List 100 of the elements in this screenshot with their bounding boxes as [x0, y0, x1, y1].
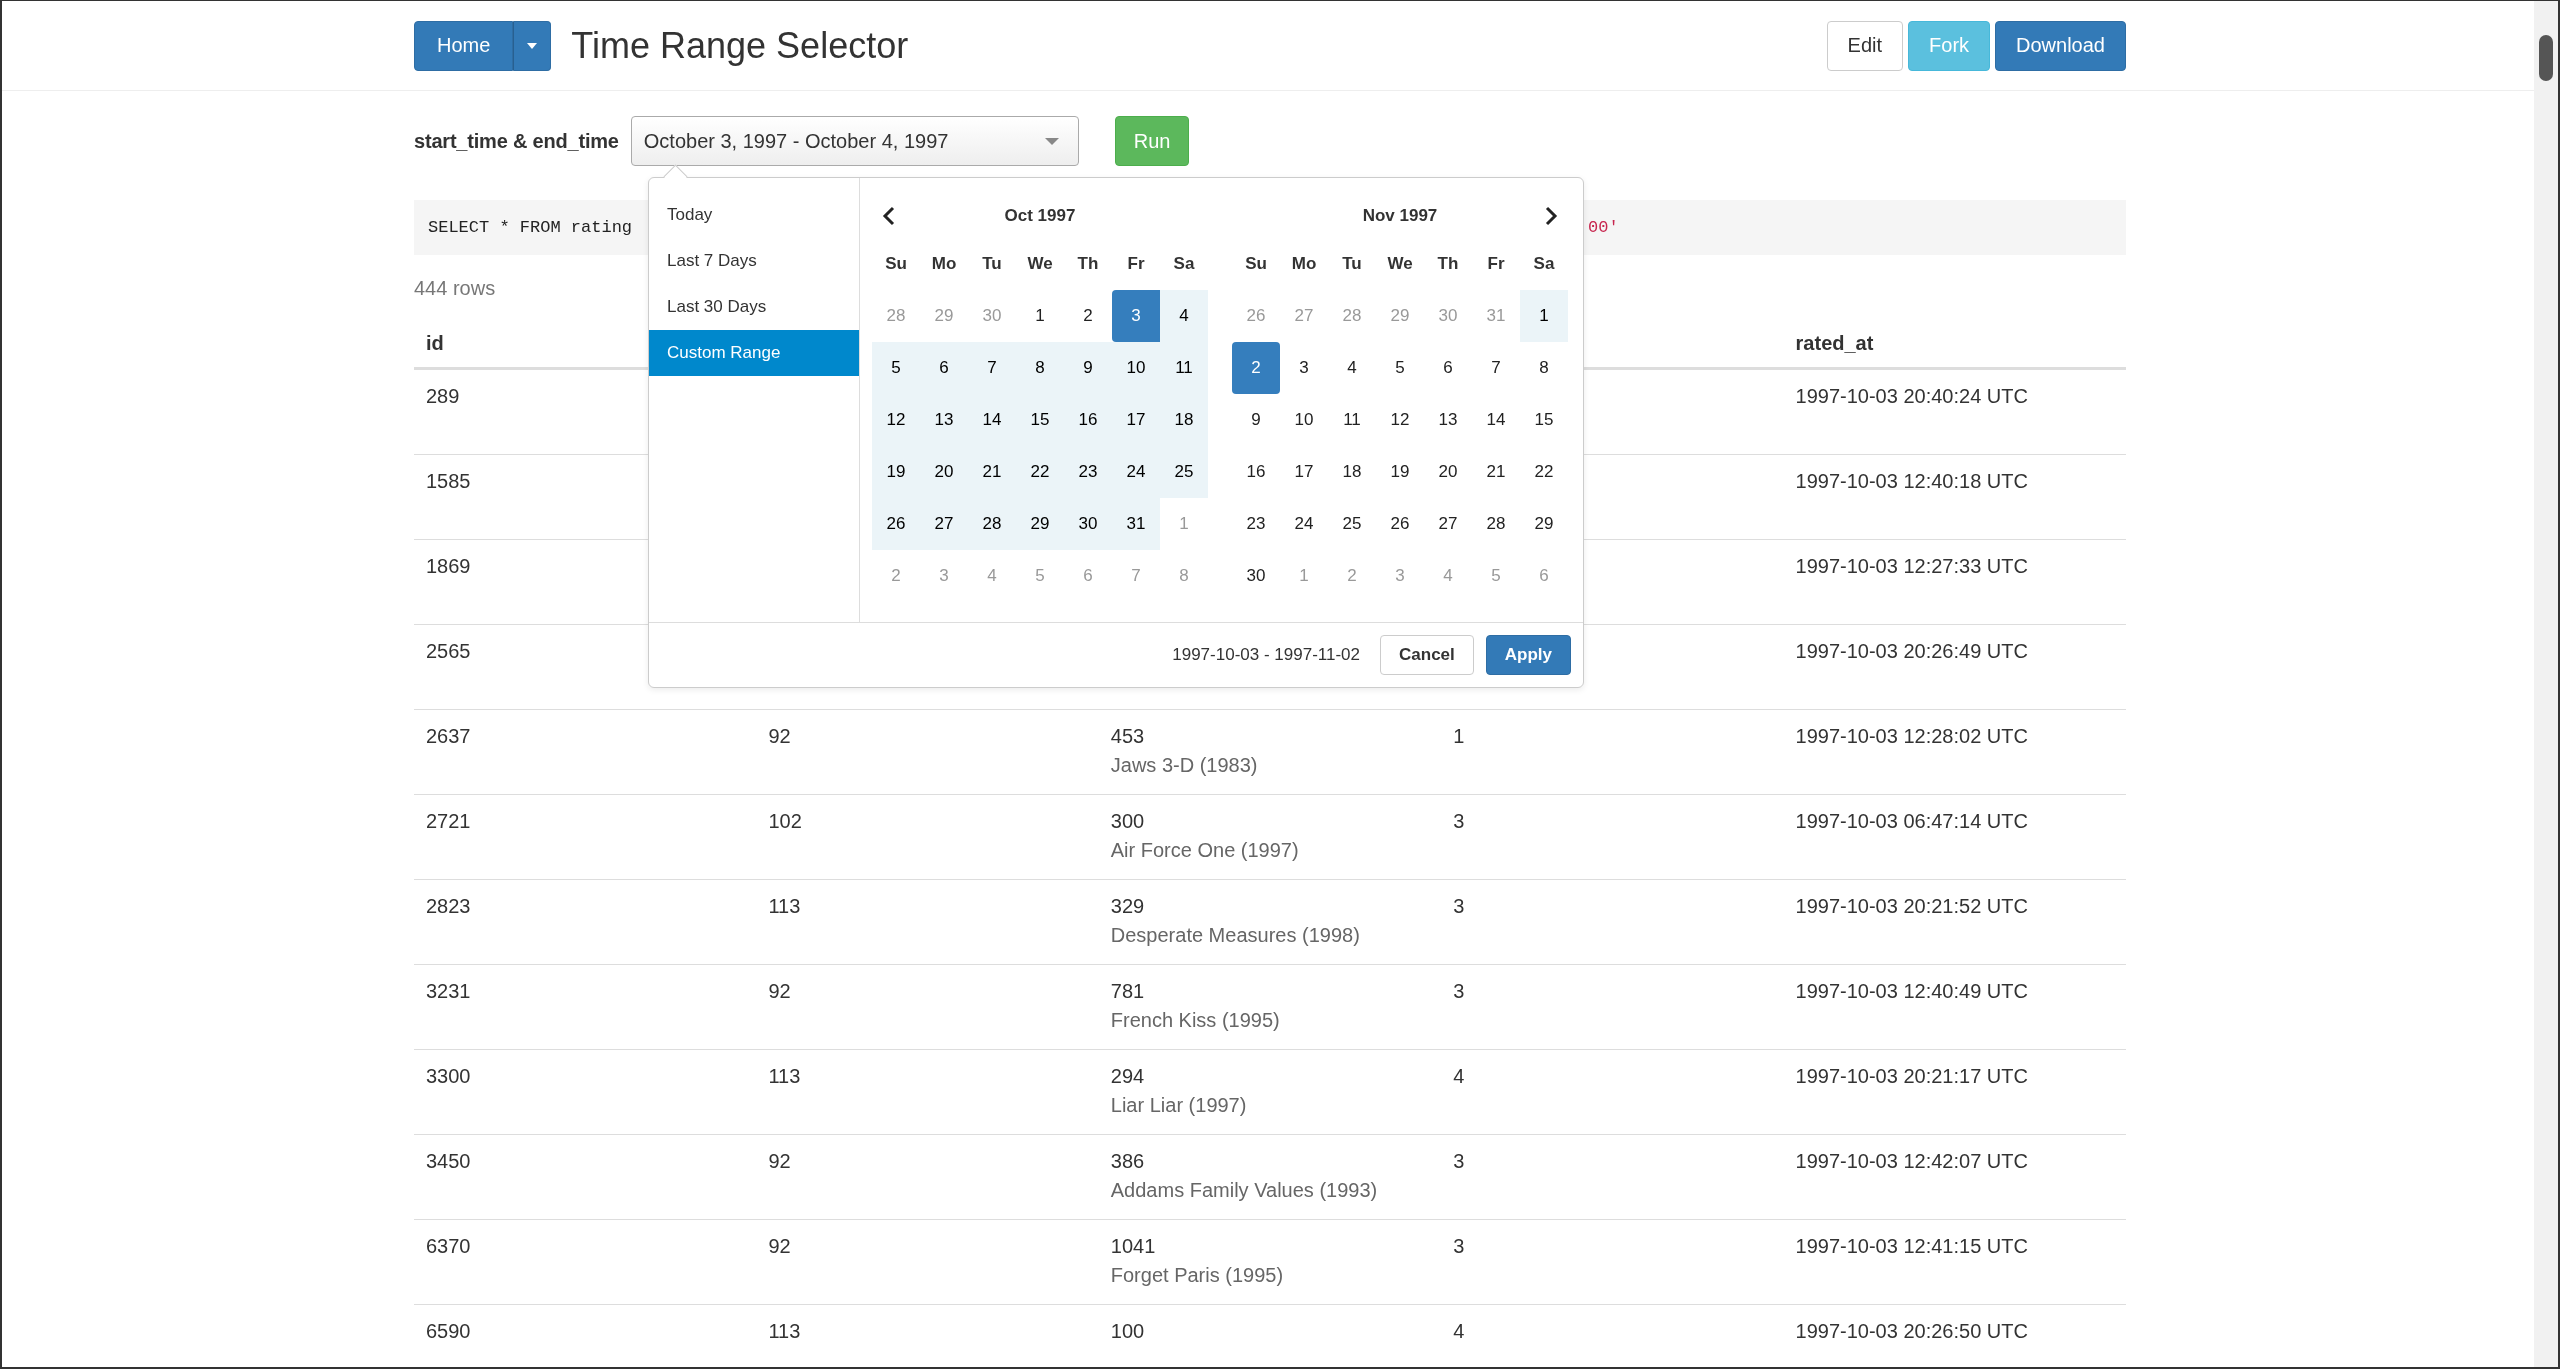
calendar-day[interactable]: 22: [1520, 446, 1568, 498]
weekday-label: Th: [1436, 253, 1460, 275]
weekday-label: Mo: [1290, 253, 1318, 275]
calendar-day[interactable]: 27: [1424, 498, 1472, 550]
calendar-day[interactable]: 23: [1064, 446, 1112, 498]
calendar-day[interactable]: 13: [920, 394, 968, 446]
calendar-day[interactable]: 17: [1280, 446, 1328, 498]
calendar-day[interactable]: 19: [1376, 446, 1424, 498]
calendar-day[interactable]: 1: [1016, 290, 1064, 342]
table-cell: 1997-10-03 20:21:52 UTC: [1795, 895, 2028, 917]
calendar-day[interactable]: 6: [920, 342, 968, 394]
movie-title: Forget Paris (1995): [1110, 1263, 1285, 1288]
calendar-day[interactable]: 16: [1232, 446, 1280, 498]
calendar-day[interactable]: 8: [1016, 342, 1064, 394]
table-cell: 289: [426, 385, 460, 407]
calendar-day[interactable]: 3: [1280, 342, 1328, 394]
action-button[interactable]: Download: [1995, 20, 2126, 71]
calendar-day[interactable]: 30: [1064, 498, 1112, 550]
calendar-day[interactable]: 21: [968, 446, 1016, 498]
table-cell: 92: [768, 1235, 791, 1257]
calendar-day[interactable]: 4: [1328, 342, 1376, 394]
table-cell: 3300: [426, 1065, 471, 1087]
home-button[interactable]: Home: [414, 20, 514, 71]
range-option[interactable]: Custom Range: [649, 330, 859, 376]
calendar-day[interactable]: 27: [920, 498, 968, 550]
calendar-day[interactable]: 7: [1472, 342, 1520, 394]
table-cell-text: 100: [1110, 1319, 1146, 1344]
calendar-day[interactable]: 29: [1016, 498, 1064, 550]
range-option[interactable]: Last 7 Days: [649, 238, 859, 284]
calendar-day[interactable]: 15: [1016, 394, 1064, 446]
scrollbar[interactable]: [2534, 1, 2558, 1367]
table-cell-text: 453: [1110, 724, 1146, 749]
calendar-day[interactable]: 20: [1424, 446, 1472, 498]
calendar-day[interactable]: 12: [1376, 394, 1424, 446]
column-header: rated_at: [1795, 332, 1874, 354]
calendar-day[interactable]: 24: [1112, 446, 1160, 498]
table-cell: 92: [768, 725, 791, 747]
previous-month-icon[interactable]: [882, 206, 896, 226]
calendar-day[interactable]: 26: [1376, 498, 1424, 550]
calendar-day[interactable]: 9: [1064, 342, 1112, 394]
date-range-field[interactable]: October 3, 1997 - October 4, 1997: [630, 116, 1079, 166]
calendar-day[interactable]: 26: [872, 498, 920, 550]
calendar-day[interactable]: 7: [968, 342, 1016, 394]
table-cell: 2823: [426, 895, 471, 917]
calendar-day[interactable]: 6: [1424, 342, 1472, 394]
calendar-day[interactable]: 15: [1520, 394, 1568, 446]
calendar-day[interactable]: 2: [1232, 342, 1280, 394]
calendar-day[interactable]: 5: [872, 342, 920, 394]
calendar-day[interactable]: 11: [1160, 342, 1208, 394]
calendar-day[interactable]: 20: [920, 446, 968, 498]
calendar-day[interactable]: 14: [968, 394, 1016, 446]
action-button[interactable]: Edit: [1826, 20, 1904, 71]
calendar-day[interactable]: 31: [1112, 498, 1160, 550]
next-month-icon[interactable]: [1544, 206, 1558, 226]
calendar-day[interactable]: 18: [1160, 394, 1208, 446]
table-cell: 2721: [426, 810, 471, 832]
calendar-day[interactable]: 17: [1112, 394, 1160, 446]
table-cell: 1997-10-03 20:26:50 UTC: [1795, 1320, 2028, 1342]
calendar-day[interactable]: 8: [1520, 342, 1568, 394]
calendar-day[interactable]: 30: [1232, 550, 1280, 602]
cancel-button[interactable]: Cancel: [1380, 635, 1474, 675]
range-option[interactable]: Last 30 Days: [649, 284, 859, 330]
calendar-day[interactable]: 25: [1328, 498, 1376, 550]
table-cell: 1997-10-03 12:41:15 UTC: [1795, 1235, 2028, 1257]
calendar-day[interactable]: 25: [1160, 446, 1208, 498]
range-option[interactable]: Today: [649, 192, 859, 238]
calendar-day[interactable]: 14: [1472, 394, 1520, 446]
table-cell: 92: [768, 980, 791, 1002]
calendar-day[interactable]: 18: [1328, 446, 1376, 498]
calendar-day[interactable]: 10: [1112, 342, 1160, 394]
weekday-label: Su: [1244, 253, 1268, 275]
calendar-day[interactable]: 1: [1520, 290, 1568, 342]
calendar-day[interactable]: 9: [1232, 394, 1280, 446]
calendar-day[interactable]: 5: [1376, 342, 1424, 394]
calendar-day[interactable]: 22: [1016, 446, 1064, 498]
caret-icon: [526, 41, 539, 50]
calendar-day[interactable]: 4: [1160, 290, 1208, 342]
column-header: id: [426, 332, 444, 354]
calendar-day[interactable]: 28: [968, 498, 1016, 550]
weekday-label: Su: [884, 253, 908, 275]
table-cell-text: 300: [1110, 809, 1146, 834]
calendar-day[interactable]: 24: [1280, 498, 1328, 550]
calendar-day[interactable]: 13: [1424, 394, 1472, 446]
dropdown-toggle-button[interactable]: [513, 20, 552, 71]
calendar-day[interactable]: 10: [1280, 394, 1328, 446]
field-label: start_time & end_time: [414, 129, 619, 153]
calendar-day[interactable]: 21: [1472, 446, 1520, 498]
calendar-day[interactable]: 19: [872, 446, 920, 498]
calendar-day[interactable]: 12: [872, 394, 920, 446]
calendar-day[interactable]: 11: [1328, 394, 1376, 446]
movie-title: Air Force One (1997): [1110, 838, 1300, 863]
table-cell: 1997-10-03 12:40:18 UTC: [1795, 470, 2028, 492]
calendar-day[interactable]: 28: [1472, 498, 1520, 550]
calendar-day[interactable]: 23: [1232, 498, 1280, 550]
movie-title: Desperate Measures (1998): [1110, 923, 1361, 948]
calendar-day[interactable]: 2: [1064, 290, 1112, 342]
apply-button[interactable]: Apply: [1485, 635, 1571, 675]
calendar-day[interactable]: 3: [1112, 290, 1160, 342]
calendar-day[interactable]: 16: [1064, 394, 1112, 446]
calendar-day[interactable]: 29: [1520, 498, 1568, 550]
